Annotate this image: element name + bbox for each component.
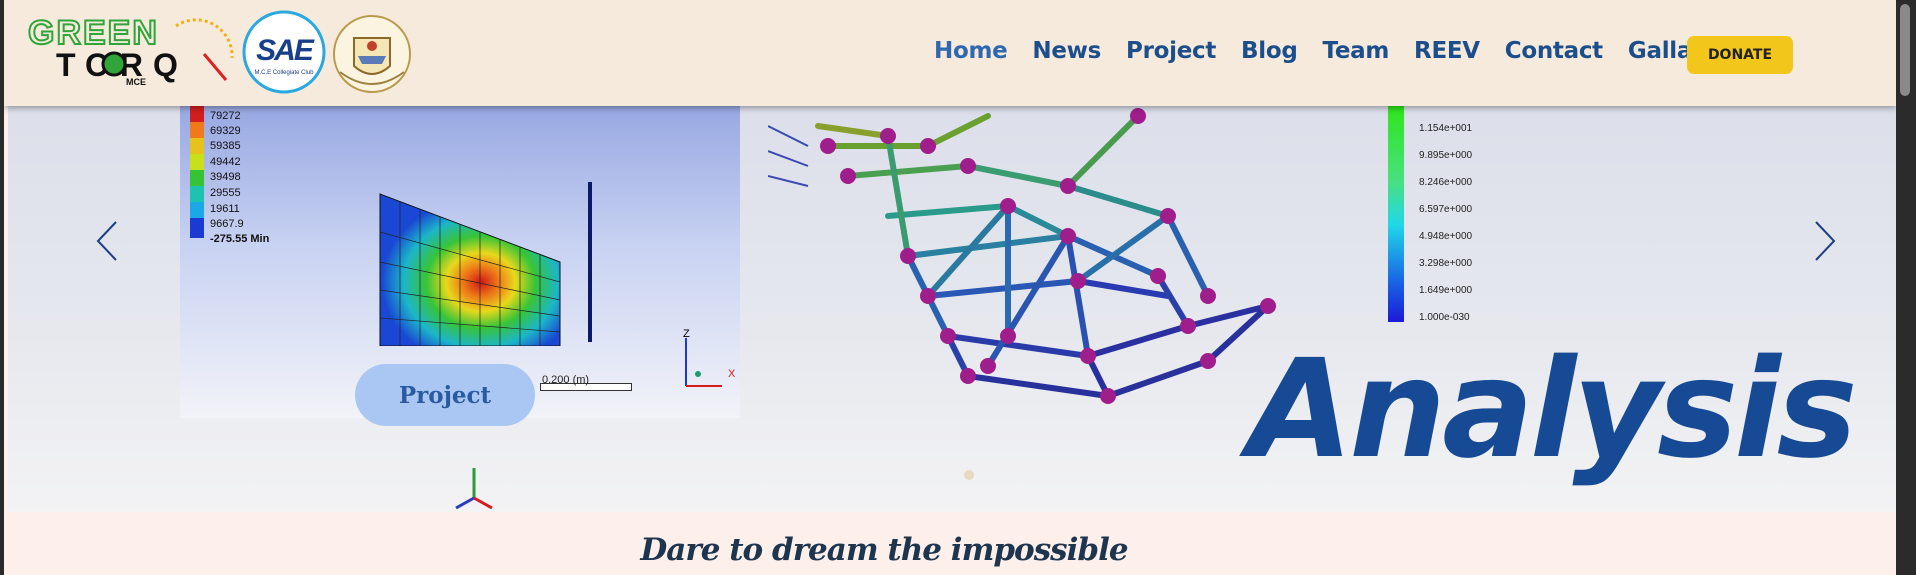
colorscale-value: 6.597e+000: [1419, 204, 1473, 215]
legend-value: 69329: [210, 125, 241, 137]
legend-value: 29555: [210, 187, 241, 199]
view-triad-icon: [455, 468, 493, 510]
college-crest-logo[interactable]: [330, 12, 414, 94]
legend-value: 39498: [210, 171, 241, 183]
main-nav: Home News Project Blog Team REEV Contact…: [934, 38, 1743, 64]
colorscale-value: 1.649e+000: [1419, 285, 1473, 296]
scrollbar-thumb[interactable]: [1900, 4, 1910, 96]
prev-slide-arrow-icon[interactable]: [88, 216, 128, 266]
legend-value: 19611: [210, 203, 240, 215]
greentorq-logo[interactable]: GREEN TORQ MCE: [26, 14, 236, 86]
colorscale-value: 8.246e+000: [1419, 177, 1473, 188]
hero-slider: 79272 69329 59385 49442 39498 29555 1961…: [8, 106, 1896, 512]
sae-logo-text: SAE: [256, 34, 315, 67]
fixed-support-bar: [588, 182, 592, 342]
nav-home[interactable]: Home: [934, 38, 1008, 64]
stress-legend-colorbar: [190, 106, 204, 238]
site-header: GREEN TORQ MCE SAE M.C.E Collegiate Club…: [4, 0, 1896, 106]
colorscale-value: 3.298e+000: [1419, 258, 1473, 269]
nav-blog[interactable]: Blog: [1241, 38, 1298, 64]
legend-value: 49442: [210, 156, 241, 168]
displacement-colorbar: [1388, 106, 1404, 322]
tagline: Dare to dream the impossible: [640, 532, 1128, 568]
nav-team[interactable]: Team: [1323, 38, 1390, 64]
nav-reev[interactable]: REEV: [1414, 38, 1480, 64]
nav-project[interactable]: Project: [1126, 38, 1216, 64]
legend-value: 9667.9: [210, 218, 244, 230]
sae-logo[interactable]: SAE M.C.E Collegiate Club: [242, 10, 326, 94]
page-scrollbar[interactable]: [1896, 0, 1916, 575]
colorscale-value: 4.948e+000: [1419, 231, 1473, 242]
next-slide-arrow-icon[interactable]: [1804, 216, 1844, 266]
slide-indicator-dot[interactable]: [964, 470, 974, 480]
hero-headline: Analysis: [1248, 331, 1858, 489]
nav-news[interactable]: News: [1032, 38, 1101, 64]
gear-icon: [101, 51, 127, 77]
axis-z-label: Z: [683, 328, 690, 340]
project-button[interactable]: Project: [355, 364, 535, 426]
colorscale-value: 1.154e+001: [1419, 123, 1473, 134]
sae-logo-sub: M.C.E Collegiate Club: [254, 70, 314, 76]
colorscale-value: 9.895e+000: [1419, 150, 1473, 161]
logo-greentorq-sub: MCE: [126, 77, 146, 86]
nav-contact[interactable]: Contact: [1505, 38, 1603, 64]
legend-value: 59385: [210, 140, 241, 152]
page-frame: GREEN TORQ MCE SAE M.C.E Collegiate Club…: [4, 0, 1896, 575]
axis-x-label: X: [728, 368, 736, 380]
scale-label: 0.200 (m): [542, 374, 590, 386]
donate-button[interactable]: DONATE: [1687, 36, 1793, 74]
stress-plate-mesh: [379, 193, 561, 346]
colorscale-value: 1.000e-030: [1419, 312, 1470, 323]
legend-value: 79272: [210, 110, 241, 122]
legend-min-value: -275.55 Min: [210, 233, 270, 245]
chassis-frame-model: [768, 108, 1276, 404]
